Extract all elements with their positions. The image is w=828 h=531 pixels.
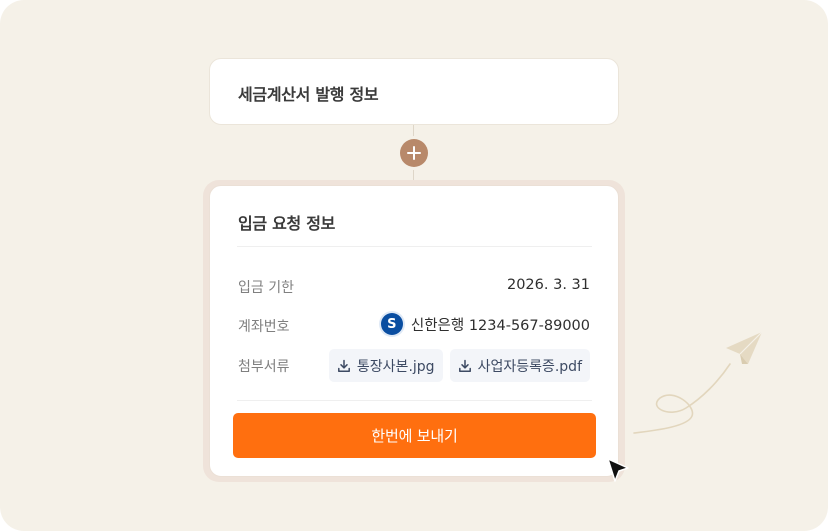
attachment-chip-business-registration[interactable]: 사업자등록증.pdf [449,349,590,382]
account-value: S 신한은행 1234-567-89000 [380,313,590,335]
account-label: 계좌번호 [238,319,290,335]
send-all-button[interactable]: 한번에 보내기 [233,413,596,458]
download-icon [337,359,351,373]
canvas-background: 세금계산서 발행 정보 입금 요청 정보 입금 기한 2026. 3. 31 계… [0,0,828,531]
shinhan-bank-logo: S [380,313,403,335]
attachment-chip-bankbook[interactable]: 통장사본.jpg [328,349,443,382]
payment-card-title: 입금 요청 정보 [238,214,336,233]
account-number: 신한은행 1234-567-89000 [410,317,590,334]
attachment-list: 통장사본.jpg 사업자등록증.pdf [328,349,590,382]
download-icon [458,359,472,373]
tax-invoice-card[interactable]: 세금계산서 발행 정보 [209,58,619,125]
plus-icon[interactable] [400,139,428,167]
paper-plane-icon [630,326,770,442]
attachment-name: 사업자등록증.pdf [477,358,582,375]
attachments-label: 첨부서류 [238,359,290,375]
deadline-value: 2026. 3. 31 [506,277,590,293]
title-divider [237,246,592,247]
attachment-name: 통장사본.jpg [356,358,435,375]
payment-request-card: 입금 요청 정보 입금 기한 2026. 3. 31 계좌번호 S 신한은행 1… [209,185,619,477]
mouse-cursor-icon [604,456,632,488]
deadline-label: 입금 기한 [238,280,294,296]
button-divider [237,400,592,401]
tax-invoice-title: 세금계산서 발행 정보 [238,85,379,104]
